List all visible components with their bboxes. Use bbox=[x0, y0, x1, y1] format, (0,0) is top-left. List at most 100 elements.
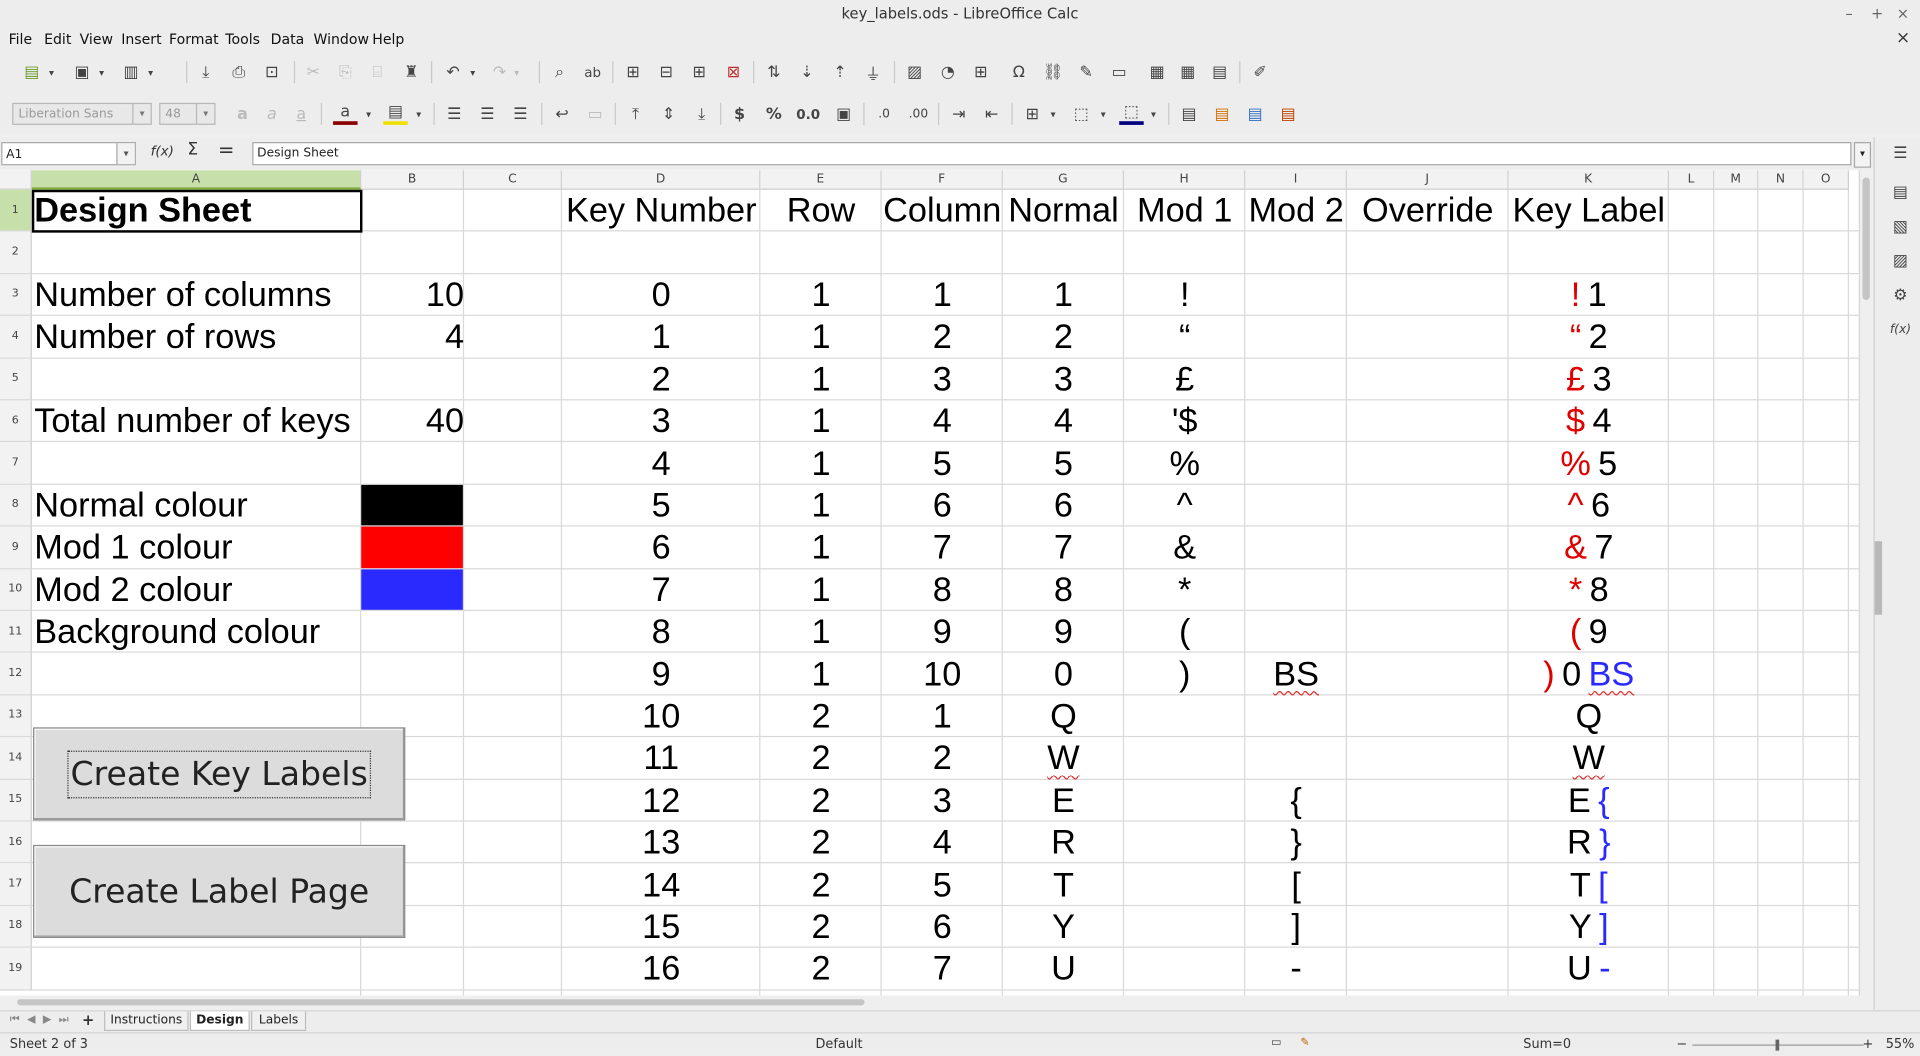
column-cell[interactable]: 7 bbox=[882, 948, 1003, 990]
zoom-slider-handle[interactable] bbox=[1775, 1039, 1780, 1051]
num-rows-value[interactable]: 4 bbox=[361, 316, 465, 358]
key-label-cell[interactable]: ) 0 BS bbox=[1509, 653, 1669, 695]
column-header-e[interactable]: E bbox=[760, 170, 882, 190]
num-columns-value[interactable]: 10 bbox=[361, 274, 465, 316]
normal-cell[interactable]: 7 bbox=[1003, 527, 1124, 569]
row-cell[interactable]: 2 bbox=[760, 822, 881, 864]
row-header-14[interactable]: 14 bbox=[0, 737, 32, 780]
row-header-11[interactable]: 11 bbox=[0, 611, 32, 654]
normal-cell[interactable]: 4 bbox=[1003, 400, 1124, 442]
decrease-indent-icon[interactable]: ⇤ bbox=[980, 102, 1004, 126]
row-cell[interactable]: 2 bbox=[760, 737, 881, 779]
delete-decimal-icon[interactable]: .00 bbox=[906, 102, 930, 126]
override-cell[interactable] bbox=[1347, 358, 1509, 400]
redo-icon[interactable]: ↷ bbox=[487, 60, 511, 84]
row-cell[interactable]: 1 bbox=[760, 316, 881, 358]
align-bottom-icon[interactable]: ⤓ bbox=[689, 102, 713, 126]
override-cell[interactable] bbox=[1347, 569, 1509, 611]
row-header-6[interactable]: 6 bbox=[0, 400, 32, 443]
key-number-cell[interactable]: 6 bbox=[562, 527, 760, 569]
italic-icon[interactable]: a bbox=[260, 102, 284, 126]
key-number-cell[interactable]: 8 bbox=[562, 611, 760, 653]
column-cell[interactable]: 3 bbox=[882, 358, 1003, 400]
override-cell[interactable] bbox=[1347, 611, 1509, 653]
column-cell[interactable]: 5 bbox=[882, 864, 1003, 906]
mod1-cell[interactable] bbox=[1124, 822, 1245, 864]
row-header[interactable]: Row bbox=[760, 190, 881, 232]
create-key-labels-button[interactable]: Create Key Labels bbox=[33, 727, 406, 821]
normal-cell[interactable]: Y bbox=[1003, 906, 1124, 948]
highlight-dropdown-icon[interactable]: ▾ bbox=[411, 102, 426, 126]
mod2-cell[interactable]: BS bbox=[1245, 653, 1347, 695]
row-cell[interactable]: 1 bbox=[760, 485, 881, 527]
increase-indent-icon[interactable]: ⇥ bbox=[947, 102, 971, 126]
function-wizard-icon[interactable]: f(x) bbox=[151, 143, 174, 159]
row-cell[interactable]: 1 bbox=[760, 358, 881, 400]
override-cell[interactable] bbox=[1347, 443, 1509, 485]
mod1-cell[interactable]: % bbox=[1124, 443, 1245, 485]
mod2-cell[interactable]: } bbox=[1245, 822, 1347, 864]
mod2-cell[interactable] bbox=[1245, 737, 1347, 779]
normal-colour-label[interactable]: Normal colour bbox=[32, 485, 402, 527]
menu-format[interactable]: Format bbox=[169, 31, 219, 48]
align-top-icon[interactable]: ⤒ bbox=[623, 102, 647, 126]
mod2-cell[interactable]: [ bbox=[1245, 864, 1347, 906]
row-header-8[interactable]: 8 bbox=[0, 484, 32, 527]
mod2-colour-label[interactable]: Mod 2 colour bbox=[32, 569, 402, 611]
mod2-cell[interactable]: - bbox=[1245, 948, 1347, 990]
underline-icon[interactable]: a bbox=[289, 102, 313, 126]
mod1-cell[interactable]: ^ bbox=[1124, 485, 1245, 527]
insert-chart-icon[interactable]: ◔ bbox=[936, 60, 960, 84]
sort-descending-icon[interactable]: ⇣ bbox=[795, 60, 819, 84]
menu-window[interactable]: Window bbox=[313, 31, 369, 48]
key-number-cell[interactable]: 15 bbox=[562, 906, 760, 948]
bold-icon[interactable]: a bbox=[230, 102, 254, 126]
save-dropdown-icon[interactable]: ▾ bbox=[143, 60, 158, 84]
clone-formatting-icon[interactable]: ♜ bbox=[399, 60, 423, 84]
new-dropdown-icon[interactable]: ▾ bbox=[44, 60, 59, 84]
mod1-cell[interactable]: “ bbox=[1124, 316, 1245, 358]
icon-set-icon[interactable]: ▤ bbox=[1276, 102, 1300, 126]
mod2-cell[interactable]: ] bbox=[1245, 906, 1347, 948]
row-cell[interactable]: 2 bbox=[760, 948, 881, 990]
mod1-cell[interactable]: * bbox=[1124, 569, 1245, 611]
column-header-b[interactable]: B bbox=[361, 170, 465, 190]
override-cell[interactable] bbox=[1347, 948, 1509, 990]
normal-cell[interactable]: 9 bbox=[1003, 611, 1124, 653]
mod1-cell[interactable]: ! bbox=[1124, 274, 1245, 316]
mod1-cell[interactable] bbox=[1124, 737, 1245, 779]
define-print-area-icon[interactable]: ▦ bbox=[1145, 60, 1169, 84]
highlight-color-icon[interactable]: ▤ bbox=[383, 102, 408, 125]
key-label-cell[interactable]: (9 bbox=[1509, 611, 1669, 653]
normal-cell[interactable]: T bbox=[1003, 864, 1124, 906]
formula-icon[interactable]: = bbox=[218, 138, 234, 161]
background-colour-label[interactable]: Background colour bbox=[32, 611, 402, 653]
column-cell[interactable]: 6 bbox=[882, 485, 1003, 527]
key-number-cell[interactable]: 1 bbox=[562, 316, 760, 358]
comment-icon[interactable]: ✎ bbox=[1074, 60, 1098, 84]
column-header-f[interactable]: F bbox=[881, 170, 1003, 190]
normal-cell[interactable]: Q bbox=[1003, 695, 1124, 737]
column-header-l[interactable]: L bbox=[1668, 170, 1715, 190]
column-header-o[interactable]: O bbox=[1803, 170, 1849, 190]
override-cell[interactable] bbox=[1347, 695, 1509, 737]
mod1-colour-label[interactable]: Mod 1 colour bbox=[32, 527, 402, 569]
total-keys-value[interactable]: 40 bbox=[361, 400, 465, 442]
mod1-cell[interactable]: £ bbox=[1124, 358, 1245, 400]
mod2-cell[interactable] bbox=[1245, 400, 1347, 442]
font-size-box[interactable]: 48 ▾ bbox=[159, 102, 216, 125]
key-label-cell[interactable]: Y] bbox=[1509, 906, 1669, 948]
close-button[interactable]: × bbox=[1897, 0, 1909, 27]
key-number-cell[interactable]: 4 bbox=[562, 443, 760, 485]
hyperlink-icon[interactable]: ⛓ bbox=[1041, 60, 1065, 84]
horizontal-scroll-thumb[interactable] bbox=[17, 999, 865, 1006]
borders-dropdown-icon[interactable]: ▾ bbox=[1046, 102, 1061, 126]
row-cell[interactable]: 2 bbox=[760, 906, 881, 948]
num-columns-label[interactable]: Number of columns bbox=[32, 274, 402, 316]
override-header[interactable]: Override bbox=[1347, 190, 1509, 232]
row-header-3[interactable]: 3 bbox=[0, 274, 32, 317]
mod2-cell[interactable] bbox=[1245, 316, 1347, 358]
gallery-icon[interactable]: ▨ bbox=[1889, 252, 1911, 274]
key-number-cell[interactable]: 11 bbox=[562, 737, 760, 779]
override-cell[interactable] bbox=[1347, 527, 1509, 569]
